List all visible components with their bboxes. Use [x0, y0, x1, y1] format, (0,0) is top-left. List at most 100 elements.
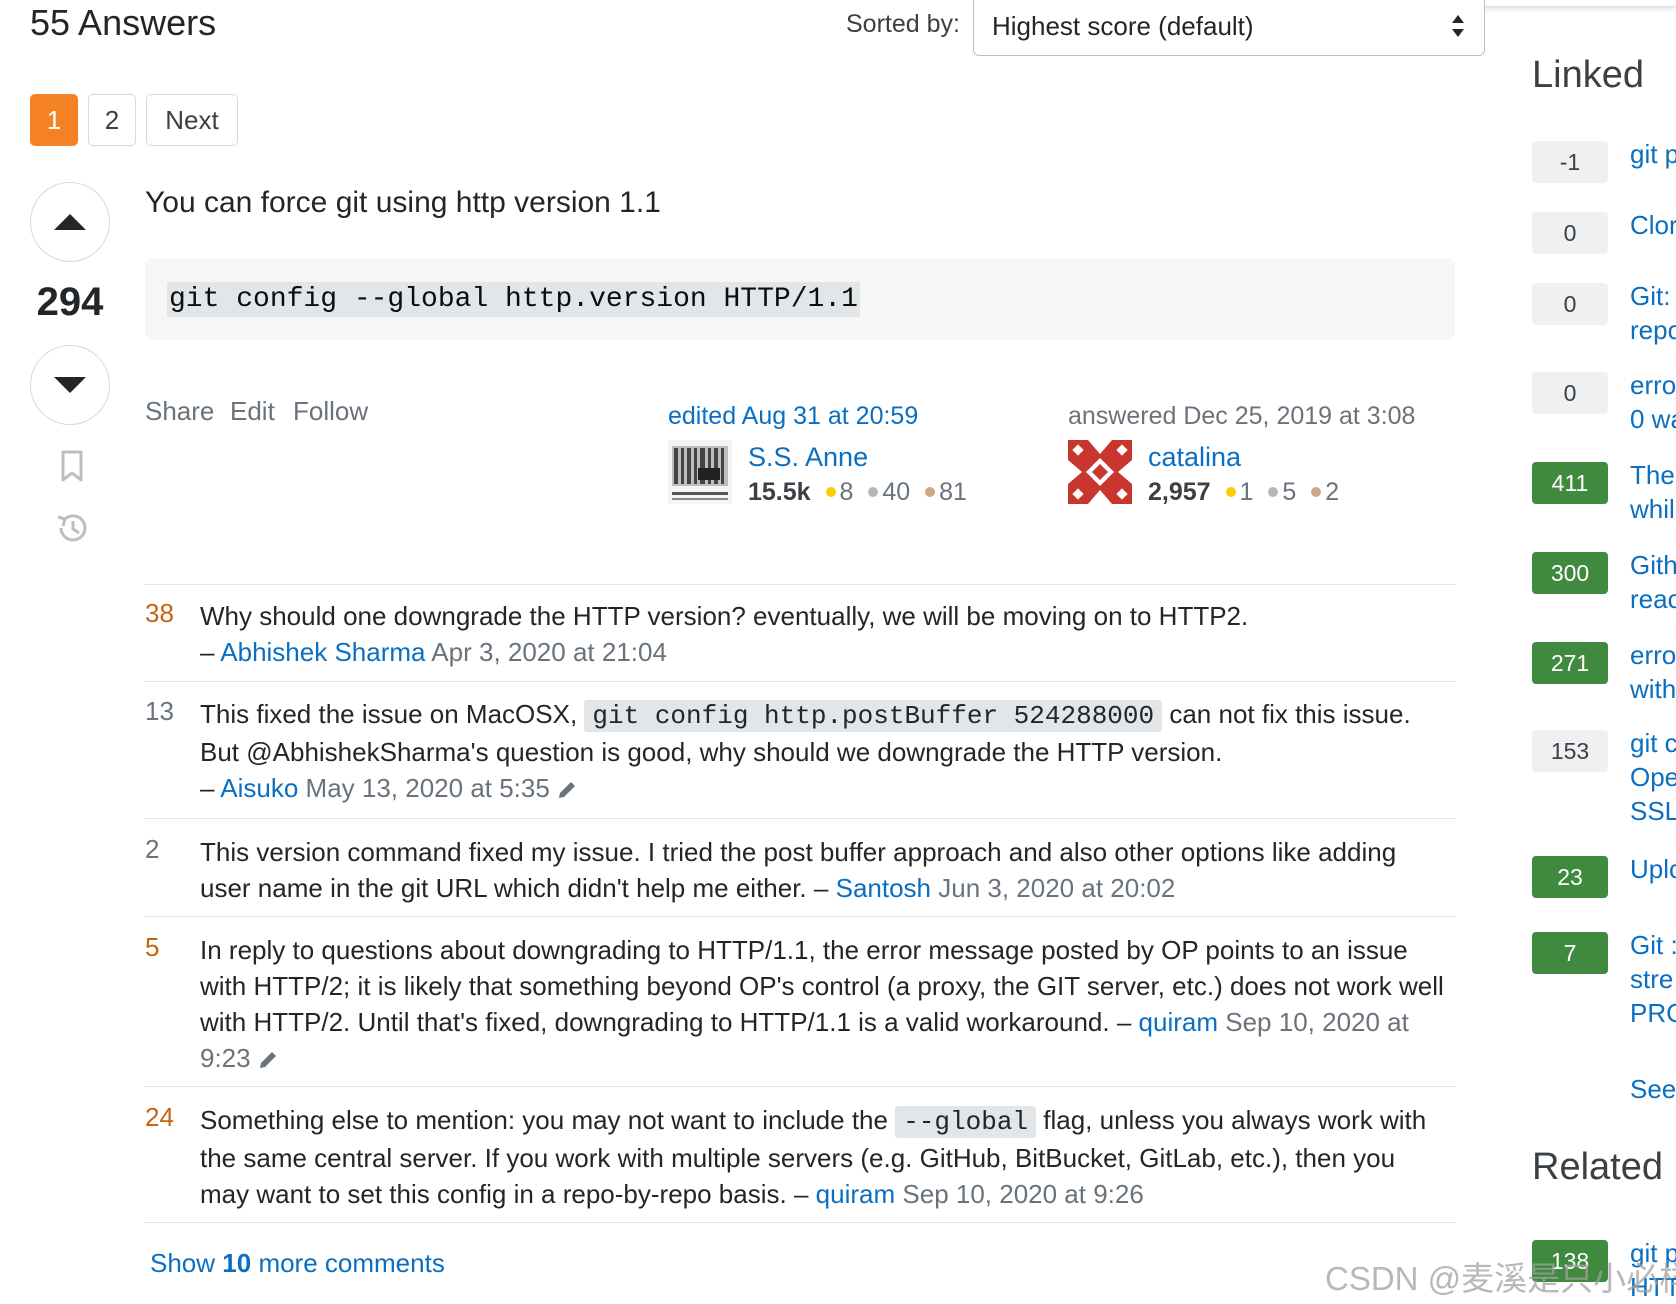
comment-item: Why should one downgrade the HTTP versio… — [200, 598, 1445, 670]
author-reputation: 2,957 1 5 2 — [1148, 478, 1339, 507]
linked-score: 0 — [1532, 212, 1608, 254]
comment-score: 2 — [145, 834, 160, 864]
linked-score: 0 — [1532, 283, 1608, 325]
show-more-comments-link[interactable]: Show 10 more comments — [150, 1248, 445, 1279]
comment-divider — [145, 1222, 1455, 1223]
comment-code: --global — [895, 1106, 1037, 1138]
upvote-button[interactable] — [30, 182, 110, 262]
edit-link[interactable]: Edit — [230, 396, 275, 427]
linked-question-link[interactable]: Gith reac — [1630, 548, 1676, 616]
comment-dash: – — [1116, 1007, 1132, 1037]
code-block: git config --global http.version HTTP/1.… — [145, 258, 1455, 340]
silver-badge-icon — [1268, 487, 1279, 498]
downvote-button[interactable] — [30, 345, 110, 425]
comment-score: 24 — [145, 1102, 174, 1132]
linked-score: 0 — [1532, 372, 1608, 414]
editor-avatar[interactable] — [668, 440, 732, 504]
silver-badge-icon — [868, 487, 879, 498]
vote-count: 294 — [36, 280, 104, 324]
linked-question-link[interactable]: erro with — [1630, 638, 1676, 706]
page-2-button[interactable]: 2 — [88, 94, 136, 146]
sort-select[interactable]: Highest score (default) — [973, 0, 1485, 56]
select-arrows-icon — [1452, 15, 1464, 37]
linked-score-accepted: 271 — [1532, 642, 1608, 684]
edited-timestamp[interactable]: edited Aug 31 at 20:59 — [668, 402, 918, 431]
comment-divider — [145, 818, 1455, 819]
author-name[interactable]: catalina — [1148, 442, 1241, 473]
linked-score-accepted: 7 — [1532, 932, 1608, 974]
author-silver-count: 5 — [1282, 478, 1297, 506]
sort-label: Sorted by: — [846, 10, 960, 38]
comment-date[interactable]: Sep 10, 2020 at 9:26 — [902, 1179, 1143, 1209]
arrow-down-icon — [54, 377, 86, 393]
share-link[interactable]: Share — [145, 396, 214, 427]
show-more-count: 10 — [222, 1248, 252, 1278]
gold-badge-icon — [1225, 487, 1236, 498]
follow-link[interactable]: Follow — [293, 396, 368, 427]
linked-question-link[interactable]: Git: repo — [1630, 279, 1676, 347]
show-more-suffix: more comments — [258, 1248, 445, 1278]
linked-question-link[interactable]: Git : stre PRC — [1630, 928, 1676, 1030]
comment-item: This fixed the issue on MacOSX, git conf… — [200, 696, 1445, 806]
comment-item: Something else to mention: you may not w… — [200, 1102, 1445, 1212]
comment-score: 13 — [145, 696, 174, 726]
editor-rep-score: 15.5k — [748, 478, 811, 506]
comment-divider — [145, 916, 1455, 917]
linked-score: -1 — [1532, 141, 1608, 183]
comment-user-link[interactable]: Santosh — [836, 873, 931, 903]
author-rep-score: 2,957 — [1148, 478, 1211, 506]
comment-date[interactable]: May 13, 2020 at 5:35 — [306, 773, 550, 803]
comment-text: Something else to mention: you may not w… — [200, 1105, 888, 1135]
linked-score-accepted: 23 — [1532, 856, 1608, 898]
linked-question-link[interactable]: Uplc — [1630, 852, 1676, 886]
comment-text: This fixed the issue on MacOSX, — [200, 699, 578, 729]
related-title: Related — [1532, 1146, 1663, 1188]
linked-question-link[interactable]: erro0 wa — [1630, 368, 1676, 436]
code-command: git config --global http.version HTTP/1.… — [167, 282, 860, 317]
comments-top-divider — [145, 584, 1455, 585]
editor-name[interactable]: S.S. Anne — [748, 442, 868, 473]
linked-score-accepted: 300 — [1532, 552, 1608, 594]
see-more-linked-link[interactable]: See — [1630, 1072, 1676, 1106]
bookmark-icon[interactable] — [52, 446, 92, 486]
comment-divider — [145, 681, 1455, 682]
author-avatar[interactable] — [1068, 440, 1132, 504]
gold-badge-icon — [825, 487, 836, 498]
comment-score: 38 — [145, 598, 174, 628]
comment-text: Why should one downgrade the HTTP versio… — [200, 601, 1249, 631]
comment-dash: – — [200, 773, 215, 803]
comment-text: This version command fixed my issue. I t… — [200, 837, 1397, 903]
editor-silver-count: 40 — [882, 478, 911, 506]
pencil-icon — [259, 1052, 276, 1069]
linked-title: Linked — [1532, 54, 1644, 96]
bronze-badge-icon — [925, 487, 936, 498]
answered-timestamp: answered Dec 25, 2019 at 3:08 — [1068, 402, 1416, 430]
page-1-button[interactable]: 1 — [30, 94, 78, 146]
comment-user-link[interactable]: Aisuko — [220, 773, 298, 803]
next-page-button[interactable]: Next — [146, 94, 238, 146]
comment-code: git config http.postBuffer 524288000 — [584, 700, 1163, 732]
linked-score: 153 — [1532, 730, 1608, 772]
comment-dash: – — [813, 873, 829, 903]
linked-question-link[interactable]: git c Ope SSL — [1630, 726, 1676, 828]
comment-user-link[interactable]: quiram — [1139, 1007, 1218, 1037]
comment-user-link[interactable]: Abhishek Sharma — [220, 637, 425, 667]
author-gold-count: 1 — [1239, 478, 1254, 506]
bronze-badge-icon — [1311, 487, 1322, 498]
comment-user-link[interactable]: quiram — [816, 1179, 895, 1209]
comment-divider — [145, 1086, 1455, 1087]
answer-text: You can force git using http version 1.1 — [145, 186, 661, 219]
linked-question-link[interactable]: git p — [1630, 137, 1676, 171]
linked-question-link[interactable]: Clor — [1630, 208, 1676, 242]
watermark: CSDN @麦溪是只小必样 — [1325, 1260, 1676, 1297]
answers-count: 55 Answers — [30, 2, 217, 43]
comment-date[interactable]: Apr 3, 2020 at 21:04 — [431, 637, 667, 667]
comment-date[interactable]: Jun 3, 2020 at 20:02 — [938, 873, 1175, 903]
history-icon[interactable] — [52, 508, 92, 548]
linked-question-link[interactable]: The whil — [1630, 458, 1676, 526]
comment-item: In reply to questions about downgrading … — [200, 932, 1445, 1076]
comment-score: 5 — [145, 932, 160, 962]
editor-reputation: 15.5k 8 40 81 — [748, 478, 967, 507]
comment-dash: – — [793, 1179, 809, 1209]
editor-gold-count: 8 — [839, 478, 854, 506]
